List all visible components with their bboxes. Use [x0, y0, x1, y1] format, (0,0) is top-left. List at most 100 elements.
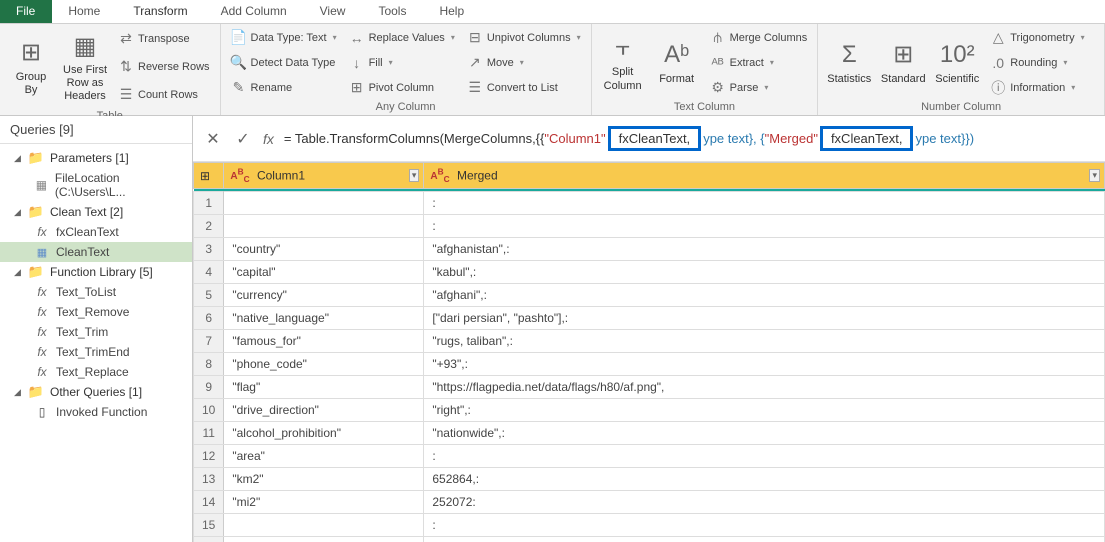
cell-column1[interactable]: "alcohol_prohibition" [224, 422, 424, 445]
cell-column1[interactable]: "drive_direction" [224, 399, 424, 422]
cell-column1[interactable] [224, 215, 424, 238]
table-row[interactable]: 8"phone_code""+93",: [194, 353, 1105, 376]
table-row[interactable]: 3"country""afghanistan",: [194, 238, 1105, 261]
cell-column1[interactable] [224, 192, 424, 215]
column-header-column1[interactable]: ABC Column1 ▾ [224, 163, 424, 189]
row-number[interactable]: 1 [194, 192, 224, 215]
sidebar-item-text-tolist[interactable]: fxText_ToList [0, 282, 192, 302]
cell-column1[interactable]: "capital" [224, 261, 424, 284]
scientific-button[interactable]: 10² Scientific [932, 26, 982, 99]
cell-merged[interactable]: "https://flagpedia.net/data/flags/h80/af… [424, 376, 1105, 399]
cell-merged[interactable]: "kabul",: [424, 261, 1105, 284]
sidebar-item-filelocation-c-users-l-[interactable]: ▦FileLocation (C:\Users\L... [0, 168, 192, 202]
column-header-merged[interactable]: ABC Merged ▾ [424, 163, 1105, 189]
sidebar-item-other-queries-1-[interactable]: ◢📁Other Queries [1] [0, 382, 192, 402]
cell-column1[interactable]: "country" [224, 238, 424, 261]
cancel-formula-button[interactable]: ✕ [203, 129, 223, 149]
count-rows-button[interactable]: ☰Count Rows [114, 85, 214, 105]
fill-button[interactable]: ↓Fill▾ [345, 53, 459, 73]
row-number[interactable]: 8 [194, 353, 224, 376]
unpivot-columns-button[interactable]: ⊟Unpivot Columns▾ [463, 28, 585, 48]
row-number[interactable]: 16 [194, 537, 224, 542]
table-row[interactable]: 7"famous_for""rugs, taliban",: [194, 330, 1105, 353]
menu-tools[interactable]: Tools [362, 0, 423, 23]
accept-formula-button[interactable]: ✓ [233, 129, 253, 149]
sidebar-item-text-trimend[interactable]: fxText_TrimEnd [0, 342, 192, 362]
use-first-row-button[interactable]: ▦ Use First Row as Headers [60, 26, 110, 108]
menu-help[interactable]: Help [423, 0, 481, 23]
group-by-button[interactable]: ⊞ Group By [6, 26, 56, 108]
table-row[interactable]: 5"currency""afghani",: [194, 284, 1105, 307]
cell-column1[interactable]: "famous_for" [224, 330, 424, 353]
extract-button[interactable]: ᴬᴮExtract▾ [706, 53, 812, 73]
data-type-button[interactable]: 📄Data Type: Text▾ [227, 28, 341, 48]
row-number[interactable]: 14 [194, 491, 224, 514]
cell-column1[interactable]: "native_language" [224, 307, 424, 330]
menu-transform[interactable]: Transform [117, 0, 204, 23]
sidebar-item-invoked-function[interactable]: ▯Invoked Function [0, 402, 192, 422]
cell-merged[interactable]: : [424, 215, 1105, 238]
information-button[interactable]: ⓘInformation▾ [986, 78, 1088, 98]
table-row[interactable]: 13 "km2"652864,: [194, 468, 1105, 491]
formula-input[interactable]: = Table.TransformColumns(MergeColumns,{{… [284, 126, 1095, 151]
menu-home[interactable]: Home [52, 0, 117, 23]
cell-merged[interactable]: "afghani",: [424, 284, 1105, 307]
sidebar-item-cleantext[interactable]: ▦CleanText [0, 242, 192, 262]
format-button[interactable]: Aᵇ Format [652, 26, 702, 99]
cell-merged[interactable]: "nationwide",: [424, 422, 1105, 445]
filter-icon[interactable]: ▾ [409, 169, 420, 182]
table-row[interactable]: 2: [194, 215, 1105, 238]
row-number[interactable]: 5 [194, 284, 224, 307]
cell-column1[interactable]: "km2" [224, 468, 424, 491]
table-row[interactable]: 1: [194, 192, 1105, 215]
parse-button[interactable]: ⚙Parse▾ [706, 78, 812, 98]
trigonometry-button[interactable]: △Trigonometry▾ [986, 28, 1088, 48]
row-number[interactable]: 13 [194, 468, 224, 491]
sidebar-item-fxcleantext[interactable]: fxfxCleanText [0, 222, 192, 242]
sidebar-item-parameters-1-[interactable]: ◢📁Parameters [1] [0, 148, 192, 168]
row-number[interactable]: 11 [194, 422, 224, 445]
table-row[interactable]: 14 "mi2"252072: [194, 491, 1105, 514]
table-row[interactable]: 10"drive_direction""right",: [194, 399, 1105, 422]
merge-columns-button[interactable]: ⫛Merge Columns [706, 28, 812, 48]
sidebar-item-clean-text-2-[interactable]: ◢📁Clean Text [2] [0, 202, 192, 222]
cell-merged[interactable]: : [424, 445, 1105, 468]
sidebar-item-text-trim[interactable]: fxText_Trim [0, 322, 192, 342]
cell-merged[interactable]: "rugs, taliban",: [424, 330, 1105, 353]
cell-merged[interactable]: "afghanistan",: [424, 238, 1105, 261]
cell-merged[interactable]: 252072: [424, 491, 1105, 514]
row-number[interactable]: 10 [194, 399, 224, 422]
row-number[interactable]: 7 [194, 330, 224, 353]
pivot-column-button[interactable]: ⊞Pivot Column [345, 78, 459, 98]
row-number[interactable]: 12 [194, 445, 224, 468]
reverse-rows-button[interactable]: ⇅Reverse Rows [114, 57, 214, 77]
cell-merged[interactable]: ["dari persian", "pashto"],: [424, 307, 1105, 330]
table-row[interactable]: 11"alcohol_prohibition""nationwide",: [194, 422, 1105, 445]
data-grid-wrap[interactable]: ⊞ ABC Column1 ▾ ABC Merged ▾ [193, 162, 1105, 542]
row-number[interactable]: 2 [194, 215, 224, 238]
filter-icon[interactable]: ▾ [1089, 169, 1100, 182]
cell-merged[interactable]: : [424, 514, 1105, 537]
cell-column1[interactable]: "area" [224, 445, 424, 468]
cell-column1[interactable]: "mi2" [224, 491, 424, 514]
move-button[interactable]: ↗Move▾ [463, 53, 585, 73]
replace-values-button[interactable]: ↔Replace Values▾ [345, 28, 459, 48]
sidebar-item-text-replace[interactable]: fxText_Replace [0, 362, 192, 382]
table-row[interactable]: 6"native_language"["dari persian", "pash… [194, 307, 1105, 330]
cell-merged[interactable]: "right",: [424, 399, 1105, 422]
table-row[interactable]: 16"continent""as" : [194, 537, 1105, 542]
menu-add-column[interactable]: Add Column [205, 0, 304, 23]
cell-column1[interactable]: "flag" [224, 376, 424, 399]
row-number[interactable]: 3 [194, 238, 224, 261]
standard-button[interactable]: ⊞ Standard [878, 26, 928, 99]
row-number[interactable]: 15 [194, 514, 224, 537]
table-row[interactable]: 4"capital""kabul",: [194, 261, 1105, 284]
statistics-button[interactable]: Σ Statistics [824, 26, 874, 99]
row-number-header[interactable]: ⊞ [194, 163, 224, 189]
cell-column1[interactable] [224, 514, 424, 537]
cell-merged[interactable]: "+93",: [424, 353, 1105, 376]
cell-merged[interactable]: : [424, 192, 1105, 215]
cell-column1[interactable]: "continent" [224, 537, 424, 542]
rename-button[interactable]: ✎Rename [227, 78, 341, 98]
row-number[interactable]: 6 [194, 307, 224, 330]
